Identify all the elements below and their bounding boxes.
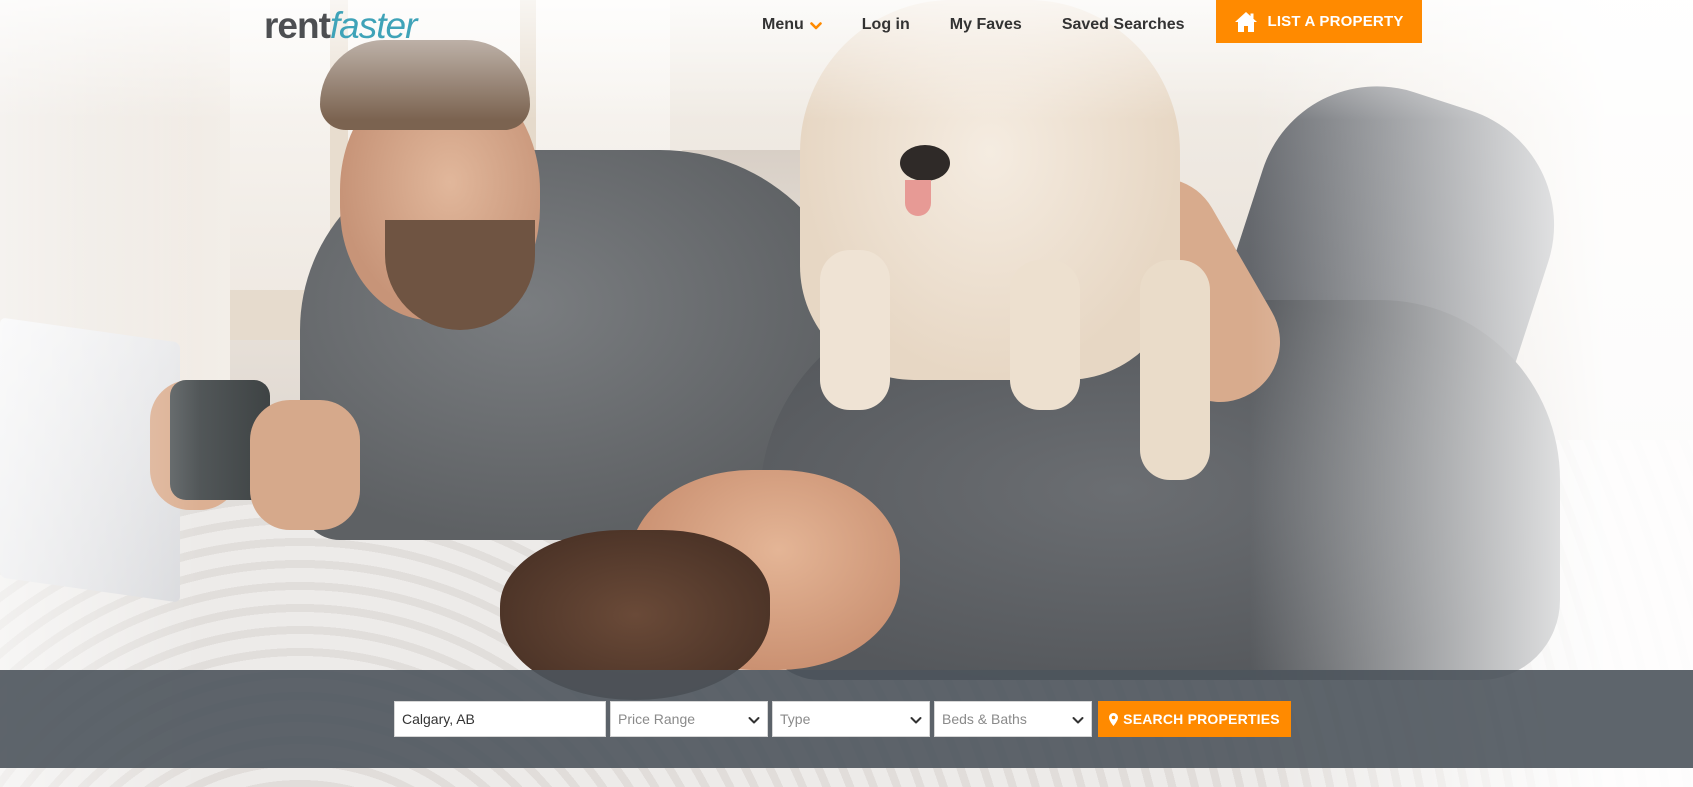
- chevron-down-icon: [910, 713, 922, 725]
- hand: [250, 400, 360, 530]
- site-header: rentfaster Menu Log in My Faves Saved Se…: [0, 0, 1693, 60]
- chevron-down-icon: [748, 713, 760, 725]
- beds-baths-select[interactable]: Beds & Baths: [934, 701, 1092, 737]
- nav-menu-dropdown[interactable]: Menu: [762, 16, 822, 34]
- puppy-tongue: [905, 180, 931, 216]
- search-form: Calgary, AB Price Range Type Beds & Bath…: [394, 701, 1291, 737]
- house-icon: [1234, 11, 1258, 33]
- hero-background-image: [0, 0, 1693, 787]
- logo-text-faster: faster: [329, 5, 418, 46]
- puppy-nose: [900, 145, 950, 181]
- fade-overlay: [1250, 0, 1693, 787]
- location-value: Calgary, AB: [402, 711, 475, 727]
- nav-saved-searches-link[interactable]: Saved Searches: [1062, 16, 1185, 34]
- puppy-leg: [820, 250, 890, 410]
- puppy-leg: [1010, 260, 1080, 410]
- location-input[interactable]: Calgary, AB: [394, 701, 606, 737]
- search-properties-label: SEARCH PROPERTIES: [1123, 711, 1280, 727]
- list-a-property-button[interactable]: LIST A PROPERTY: [1216, 0, 1422, 43]
- type-label: Type: [780, 711, 811, 727]
- site-logo[interactable]: rentfaster: [264, 4, 418, 48]
- puppy-leg: [1140, 260, 1210, 480]
- list-a-property-label: LIST A PROPERTY: [1267, 13, 1404, 30]
- logo-text-rent: rent: [264, 5, 331, 46]
- nav-menu-label: Menu: [762, 16, 804, 33]
- search-properties-button[interactable]: SEARCH PROPERTIES: [1098, 701, 1291, 737]
- price-range-select[interactable]: Price Range: [610, 701, 768, 737]
- main-nav: Menu Log in My Faves Saved Searches: [762, 14, 1225, 36]
- chevron-down-icon: [1072, 713, 1084, 725]
- map-pin-icon: [1109, 712, 1119, 726]
- nav-login-link[interactable]: Log in: [862, 16, 910, 34]
- type-select[interactable]: Type: [772, 701, 930, 737]
- price-range-label: Price Range: [618, 711, 696, 727]
- nav-my-faves-link[interactable]: My Faves: [950, 16, 1022, 34]
- chevron-down-icon: [809, 19, 822, 31]
- beds-baths-label: Beds & Baths: [942, 711, 1027, 727]
